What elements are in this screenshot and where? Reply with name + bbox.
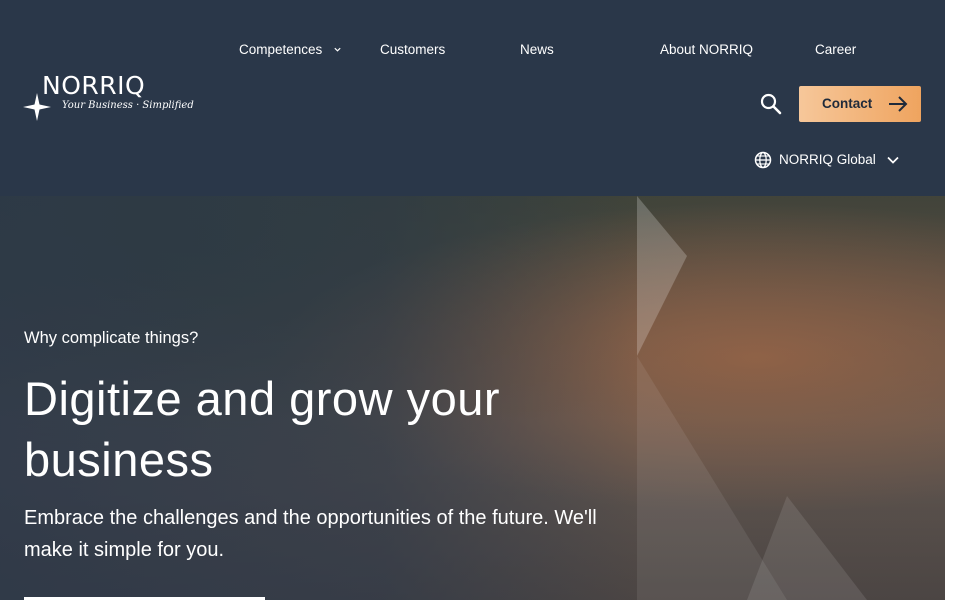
nav-competences[interactable]: Competences [239, 42, 322, 57]
hero-subtitle: Embrace the challenges and the opportuni… [24, 507, 597, 561]
globe-icon [754, 151, 772, 169]
chevron-down-icon[interactable] [886, 155, 900, 165]
hero-title: Digitize and grow your business [24, 372, 500, 486]
hero-decorative-shape [637, 196, 867, 600]
contact-button-label: Contact [822, 96, 873, 111]
hero-eyebrow: Why complicate things? [24, 329, 199, 347]
arrow-right-icon [889, 96, 908, 112]
nav-news[interactable]: News [520, 42, 554, 57]
nav-career[interactable]: Career [815, 42, 856, 57]
brand-tagline: Your Business · Simplified [62, 100, 194, 111]
brand-logo[interactable]: NORRIQ Your Business · Simplified [22, 68, 194, 124]
brand-name: NORRIQ [42, 71, 146, 100]
contact-button[interactable]: Contact [799, 86, 921, 122]
page: NORRIQ Your Business · Simplified Compet… [0, 0, 945, 600]
nav-customers[interactable]: Customers [380, 42, 445, 57]
site-header: NORRIQ Your Business · Simplified Compet… [0, 0, 945, 196]
search-icon[interactable] [759, 92, 783, 116]
nav-about[interactable]: About NORRIQ [660, 42, 753, 57]
region-selector[interactable]: NORRIQ Global [779, 152, 876, 167]
hero-section: Why complicate things? Digitize and grow… [0, 196, 945, 600]
chevron-down-icon[interactable] [333, 45, 342, 54]
